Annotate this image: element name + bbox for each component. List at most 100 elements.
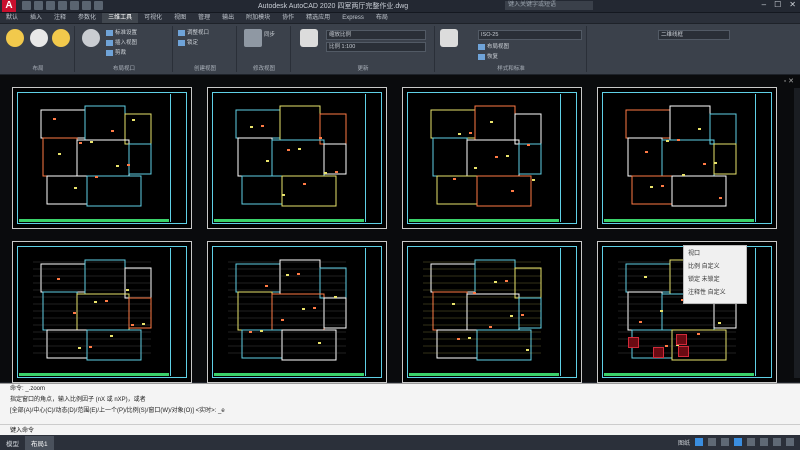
layout-sheet[interactable] [597,87,777,229]
ribbon-item-standard[interactable]: 标准设置 [106,28,137,36]
ribbon-tab[interactable]: 三维工具 [102,13,139,23]
workspace-icon[interactable] [773,438,781,446]
ribbon-item-restore[interactable]: 恢复 [478,52,498,60]
ortho-icon[interactable] [721,438,729,446]
ribbon-group-visual: 二维线框 [588,26,748,72]
teapot-icon[interactable] [300,29,318,47]
sheet-row-bottom [12,241,790,386]
highlight-block [678,346,689,357]
title-bar: A Autodesk AutoCAD 2020 四室两厅完整作业.dwg 键入关… [0,0,800,13]
polar-icon[interactable] [734,438,742,446]
highlight-block [628,337,639,348]
grid-icon[interactable] [708,438,716,446]
ribbon-tab[interactable]: 视图 [168,13,192,23]
floor-plan-drawing [625,105,737,207]
ribbon-tab[interactable]: 附加模块 [240,13,276,23]
tab-model[interactable]: 模型 [0,436,25,450]
lightbulb-icon[interactable] [6,29,24,47]
viewport-controls[interactable]: ▫ ✕ [784,77,794,85]
page-setup-icon[interactable] [52,29,70,47]
ribbon-tab[interactable]: 注释 [48,13,72,23]
ribbon-item-layout-view[interactable]: 布局视图 [478,42,509,50]
ribbon-item-sync[interactable]: 同步 [264,30,275,38]
ribbon-tab[interactable]: 输出 [216,13,240,23]
ribbon-item-clip[interactable]: 剪裁 [106,48,126,56]
highlight-block [653,347,664,358]
title-block [170,248,185,376]
redo-icon[interactable] [94,1,103,10]
floor-plan-drawing [228,259,347,361]
scale-value-dropdown[interactable]: 比例 1:100 [326,42,426,52]
vertical-scrollbar[interactable] [794,88,800,378]
new-layout-icon[interactable] [30,29,48,47]
snap-icon[interactable] [695,438,703,446]
sheet-strip [604,373,754,376]
ribbon-tabs: 默认 插入 注释 参数化 三维工具 可视化 视图 管理 输出 附加模块 协作 精选应用 Express 布… [0,13,800,23]
ribbon-tab[interactable]: 布局 [370,13,394,23]
undo-icon[interactable] [82,1,91,10]
ribbon-group-viewports: 标准设置 插入视图 剪裁 布局视口 [76,26,173,72]
ribbon-tab[interactable]: 默认 [0,13,24,23]
title-block [365,248,380,376]
layout-sheet[interactable] [402,241,582,383]
close-button[interactable]: ✕ [789,0,796,9]
ribbon-tab[interactable]: 精选应用 [300,13,336,23]
ribbon-tab[interactable]: 管理 [192,13,216,23]
sheet-strip [19,373,169,376]
save-icon[interactable] [46,1,55,10]
sheet-strip [604,219,754,222]
minimize-button[interactable]: – [762,0,766,9]
save-as-icon[interactable] [58,1,67,10]
dim-style-dropdown[interactable]: ISO-25 [478,30,582,40]
title-block [365,94,380,222]
sheet-strip [214,219,364,222]
drawing-canvas[interactable] [0,75,800,383]
command-history: 命令: _.zoom 指定窗口的角点，输入比例因子 (nX 或 nXP)，或者 … [0,383,800,424]
title-block [755,94,770,222]
floor-plan-drawing [235,105,347,207]
title-block [170,94,185,222]
autocad-logo-icon[interactable]: A [2,0,16,12]
customize-icon[interactable] [786,438,794,446]
ribbon-panel: 布局 标准设置 插入视图 剪裁 布局视口 调整视口 锁定 创建视图 同步 修改视… [0,24,800,74]
ribbon-group-layout: 布局 [2,26,75,72]
command-input[interactable]: 键入命令 [0,424,800,435]
osnap-icon[interactable] [747,438,755,446]
sheet-strip [214,373,364,376]
tab-layout1[interactable]: 布局1 [25,435,54,450]
ribbon-tab[interactable]: 插入 [24,13,48,23]
layout-sheet[interactable] [207,241,387,383]
sheet-row-top [12,87,790,232]
layout-view-icon[interactable] [440,29,458,47]
layout-sheet[interactable] [12,241,192,383]
visual-style-dropdown[interactable]: 二维线框 [658,30,730,40]
ribbon-tab[interactable]: Express [336,13,370,23]
floor-plan-drawing [423,259,542,361]
ribbon-group-modify-view: 同步 修改视图 [238,26,291,72]
ribbon-item-insert-view[interactable]: 插入视图 [106,38,137,46]
new-icon[interactable] [22,1,31,10]
ribbon-tab[interactable]: 可视化 [138,13,168,23]
layout-sheet[interactable] [207,87,387,229]
scale-dropdown[interactable]: 缩放比例 [326,30,426,40]
quick-access-toolbar [22,1,103,10]
ribbon-item-lock[interactable]: 锁定 [178,38,198,46]
ribbon-group-update: 缩放比例 比例 1:100 更新 [292,26,435,72]
search-input[interactable]: 键入关键字或短语 [505,1,593,10]
print-icon[interactable] [70,1,79,10]
ribbon-item-adjust-viewport[interactable]: 调整视口 [178,28,209,36]
maximize-button[interactable]: ☐ [774,0,781,9]
title-block [560,94,575,222]
viewport-icon[interactable] [82,29,100,47]
ribbon-group-create-view: 调整视口 锁定 创建视图 [174,26,237,72]
layout-sheet[interactable] [402,87,582,229]
layout-sheet[interactable] [12,87,192,229]
annotation-scale-icon[interactable] [760,438,768,446]
play-icon[interactable] [244,29,262,47]
paper-space-label[interactable]: 图纸 [678,438,690,447]
ribbon-tab[interactable]: 协作 [276,13,300,23]
open-icon[interactable] [34,1,43,10]
window-controls: – ☐ ✕ [762,0,796,9]
ribbon-tab[interactable]: 参数化 [72,13,102,23]
title-block [560,248,575,376]
